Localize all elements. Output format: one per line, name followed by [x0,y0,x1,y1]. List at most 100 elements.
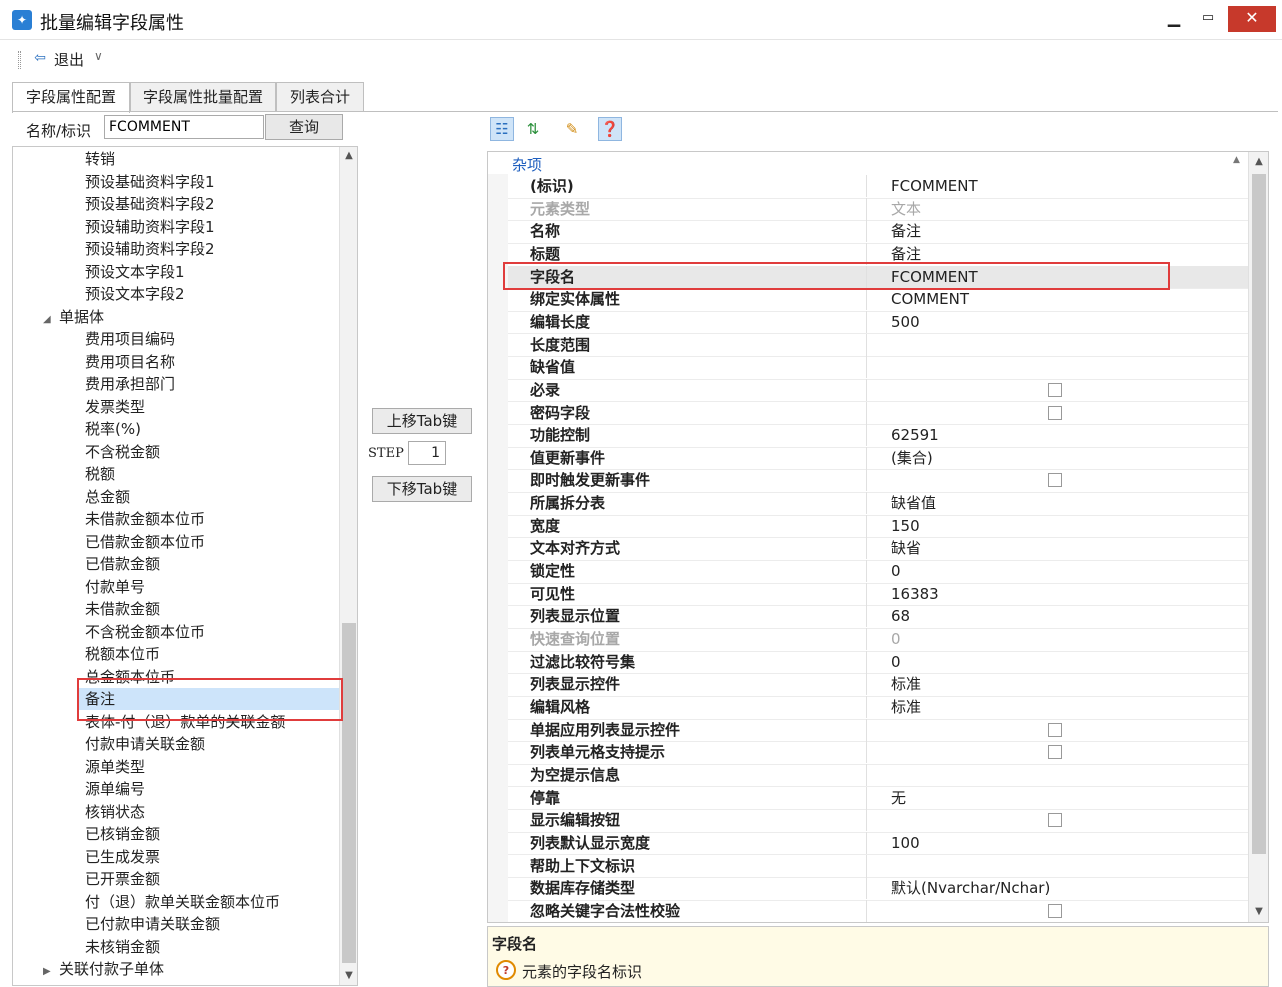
property-row[interactable]: 名称 备注 [508,220,1248,244]
property-row[interactable]: 必录 [508,378,1248,403]
tree-item[interactable]: 费用项目名称 [79,351,175,373]
property-value[interactable]: 标准 [891,673,921,695]
tree-item[interactable]: 税额本位币 [79,643,160,665]
search-input[interactable] [104,115,264,139]
column-divider[interactable] [866,695,867,718]
help-toggle-icon[interactable]: ❓ [598,117,622,141]
property-row[interactable]: 单据应用列表显示控件 [508,718,1248,743]
property-value[interactable]: FCOMMENT [891,266,978,288]
maximize-button[interactable]: ▭ [1194,6,1222,32]
property-row[interactable]: 功能控制 62591 [508,424,1248,448]
exit-button[interactable]: 退出 [54,49,84,70]
tree-item[interactable]: 未核销金额 [79,936,160,958]
column-divider[interactable] [866,854,867,877]
grid-scrollbar[interactable]: ▲ ▼ [1248,152,1268,922]
property-row[interactable]: 可见性 16383 [508,582,1248,607]
tree-item[interactable]: 发票类型 [79,396,145,418]
property-row[interactable]: 列表显示控件 标准 [508,673,1248,697]
column-divider[interactable] [866,378,867,401]
property-value[interactable]: 文本 [891,198,921,220]
tree-item[interactable]: 源单类型 [79,756,145,778]
exit-icon[interactable]: ⇦ [30,50,50,68]
property-value[interactable]: 16383 [891,583,939,605]
scroll-down-icon[interactable]: ▼ [340,967,357,985]
tree-item[interactable]: 总金额本位币 [79,666,175,688]
tree-item[interactable]: 未借款金额 [79,598,160,620]
column-divider[interactable] [866,242,867,265]
tree-item[interactable]: 预设文本字段2 [79,283,185,305]
property-row[interactable]: 标题 备注 [508,242,1248,267]
property-row[interactable]: 快速查询位置 0 [508,628,1248,652]
property-value[interactable]: 100 [891,832,920,854]
tree-item[interactable]: 已生成发票 [79,846,160,868]
column-divider[interactable] [866,628,867,650]
sort-alphabetical-icon[interactable]: ⇅ [521,117,545,141]
column-divider[interactable] [866,877,867,900]
tree-item[interactable]: 核销状态 [79,801,145,823]
property-row[interactable]: 缺省值 [508,356,1248,380]
close-button[interactable]: ✕ [1228,6,1276,32]
property-checkbox[interactable] [1048,745,1062,760]
property-checkbox[interactable] [1048,813,1062,828]
tree-item[interactable]: 已核销金额 [79,823,160,845]
tree-item[interactable]: 付款申请关联金额 [79,733,205,755]
property-checkbox[interactable] [1048,382,1062,397]
property-row[interactable]: 值更新事件 (集合) [508,446,1248,471]
property-row[interactable]: 锁定性 0 [508,560,1248,584]
property-value[interactable]: 标准 [891,696,921,718]
tab-batch-config[interactable]: 字段属性批量配置 [130,82,276,112]
tree-item[interactable]: 已借款金额本位币 [79,531,205,553]
grid-scroll-thumb[interactable] [1252,174,1266,854]
property-row[interactable]: 即时触发更新事件 [508,469,1248,494]
property-row[interactable]: 所属拆分表 缺省值 [508,492,1248,516]
column-divider[interactable] [866,310,867,333]
tree-item[interactable]: 备注 [79,688,343,710]
column-divider[interactable] [866,197,867,220]
tree-scrollbar[interactable]: ▲ ▼ [339,147,357,985]
property-row[interactable]: 文本对齐方式 缺省 [508,537,1248,561]
column-divider[interactable] [866,741,867,764]
tree-item[interactable]: 预设辅助资料字段1 [79,216,215,238]
column-divider[interactable] [866,899,867,922]
tree-item[interactable]: 未借款金额本位币 [79,508,205,530]
tree-item[interactable]: 源单编号 [79,778,145,800]
property-row[interactable]: 编辑长度 500 [508,310,1248,335]
property-row[interactable]: 字段名 FCOMMENT [508,265,1248,290]
column-divider[interactable] [866,401,867,424]
tree-item[interactable]: 税率(%) [79,418,141,440]
property-value[interactable]: 备注 [891,243,921,265]
property-value[interactable]: 无 [891,787,906,809]
property-value[interactable]: COMMENT [891,288,969,310]
column-divider[interactable] [866,831,867,854]
tree-item[interactable]: 总金额 [79,486,130,508]
collapse-arrow-icon[interactable]: ◢ [43,309,59,331]
scroll-up-icon[interactable]: ▲ [1249,152,1268,172]
tab-list-total[interactable]: 列表合计 [276,82,364,112]
property-row[interactable]: 为空提示信息 [508,763,1248,788]
property-row[interactable]: 密码字段 [508,401,1248,426]
property-value[interactable]: FCOMMENT [891,175,978,197]
property-checkbox[interactable] [1048,405,1062,420]
step-input[interactable]: 1 [408,441,446,465]
column-divider[interactable] [866,492,867,515]
column-divider[interactable] [866,582,867,605]
category-header[interactable]: 杂项 ▲ [488,152,1248,174]
tree-scroll-thumb[interactable] [342,623,356,963]
tree-item[interactable]: 预设基础资料字段1 [79,171,215,193]
tree-item[interactable]: 费用项目编码 [79,328,175,350]
column-divider[interactable] [866,333,867,356]
property-value[interactable]: 0 [891,628,901,650]
column-divider[interactable] [866,650,867,673]
column-divider[interactable] [866,220,867,243]
property-row[interactable]: 停靠 无 [508,786,1248,811]
column-divider[interactable] [866,673,867,696]
column-divider[interactable] [866,560,867,583]
property-row[interactable]: 长度范围 [508,333,1248,358]
column-divider[interactable] [866,424,867,447]
tree-item[interactable]: 已付款申请关联金额 [79,913,220,935]
column-divider[interactable] [866,265,867,288]
tab-field-property-config[interactable]: 字段属性配置 [12,82,130,113]
property-value[interactable]: 150 [891,515,920,537]
property-row[interactable]: 绑定实体属性 COMMENT [508,288,1248,312]
property-row[interactable]: 过滤比较符号集 0 [508,650,1248,675]
